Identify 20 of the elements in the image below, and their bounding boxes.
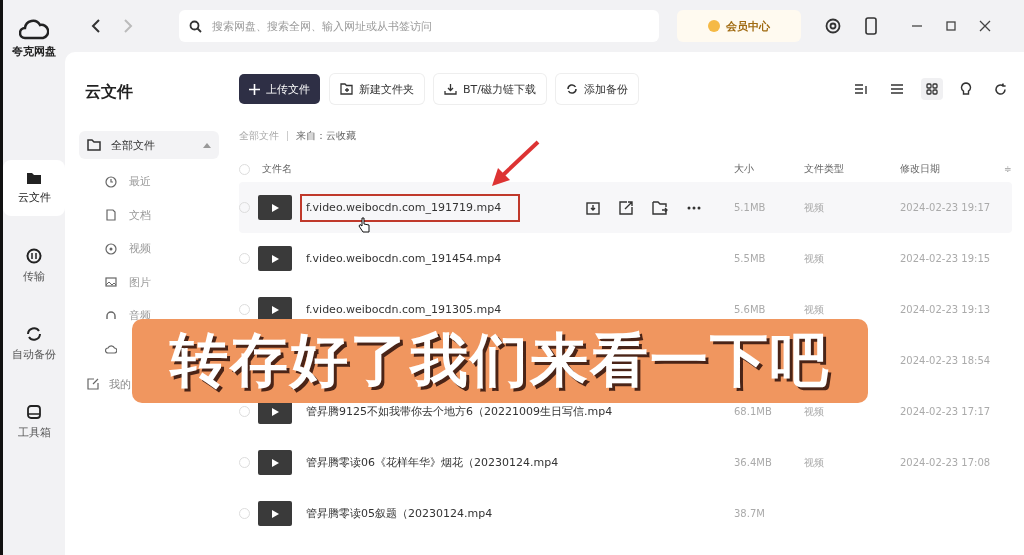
- file-type: 视频: [804, 405, 824, 417]
- file-size: 5.5MB: [734, 253, 766, 264]
- file-type: 视频: [804, 303, 824, 315]
- breadcrumb-current: 来自：云收藏: [296, 129, 356, 143]
- modified-date: 2024-02-23 17:08: [900, 457, 991, 468]
- file-type: 视频: [804, 456, 824, 468]
- page-title: 云文件: [85, 82, 134, 103]
- file-size: 38.7M: [734, 508, 765, 519]
- modified-date: 2024-02-23 19:17: [900, 202, 991, 213]
- file-size: 68.1MB: [734, 406, 772, 417]
- modified-date: 2024-02-23 19:13: [900, 304, 991, 315]
- file-type: 视频: [804, 201, 824, 213]
- subtitle-toast: 转存好了我们来看一下吧: [132, 319, 868, 403]
- file-type: 视频: [804, 252, 824, 264]
- file-size: 5.6MB: [734, 304, 766, 315]
- app-name: 夸克网盘: [12, 44, 56, 59]
- file-size: 36.4MB: [734, 457, 772, 468]
- modified-date: 2024-02-23 17:17: [900, 406, 991, 417]
- file-size: 5.1MB: [734, 202, 766, 213]
- modified-date: 2024-02-23 19:15: [900, 253, 991, 264]
